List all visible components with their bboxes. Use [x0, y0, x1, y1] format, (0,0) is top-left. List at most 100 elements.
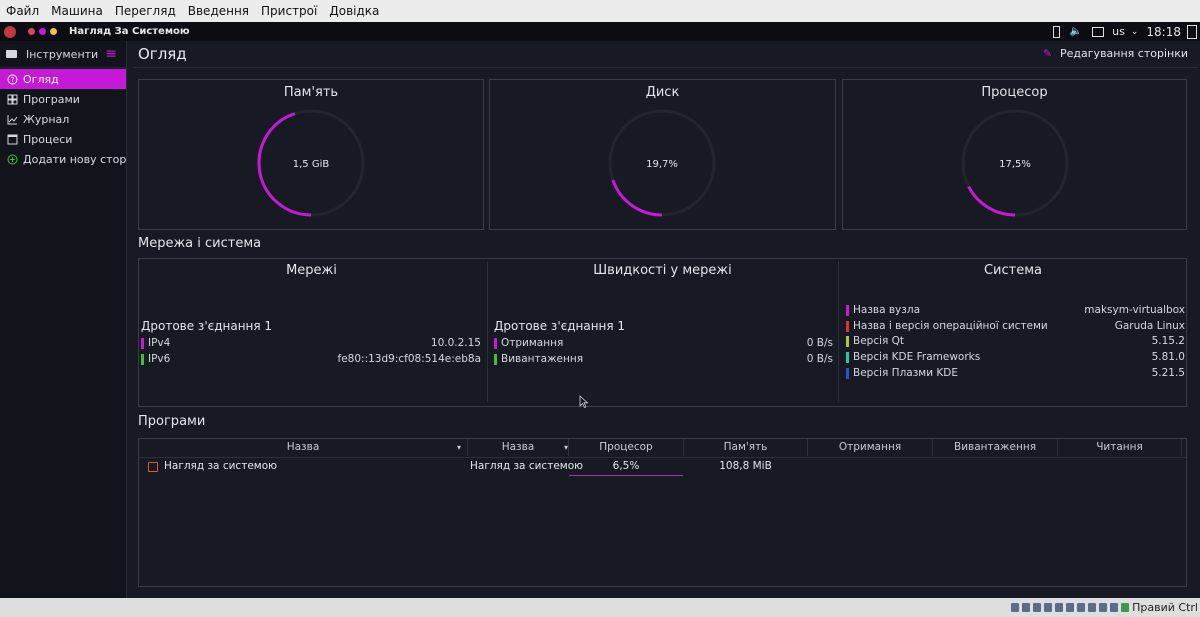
- ipv4-value: 10.0.2.15: [430, 337, 481, 349]
- shared-folders-icon[interactable]: [1066, 603, 1075, 612]
- garuda-logo-icon[interactable]: [4, 25, 16, 38]
- battery-icon[interactable]: [1052, 25, 1060, 38]
- menu-help[interactable]: Довідка: [323, 4, 385, 18]
- col-download-header[interactable]: Отримання: [808, 439, 933, 456]
- maximize-window-icon[interactable]: [50, 28, 57, 35]
- close-window-icon[interactable]: [28, 28, 35, 35]
- ipv6-color-bar: [141, 353, 144, 365]
- col-cpu-header[interactable]: Процесор: [569, 439, 684, 456]
- menu-view[interactable]: Перегляд: [109, 4, 182, 18]
- hdd-icon[interactable]: [1011, 603, 1020, 612]
- col-upload-header[interactable]: Вивантаження: [933, 439, 1058, 456]
- show-desktop-icon[interactable]: [1187, 24, 1197, 39]
- tray-expand-icon[interactable]: ⌄: [1131, 27, 1139, 37]
- download-row: Отримання 0 B/s: [494, 337, 833, 349]
- hamburger-menu-icon[interactable]: ≡: [105, 47, 117, 61]
- mouse-integration-icon[interactable]: [1110, 603, 1119, 612]
- hostname-label: Назва вузла: [853, 304, 921, 316]
- sidebar-item-processes[interactable]: Процеси: [0, 129, 126, 149]
- col-name2-header[interactable]: Назва ▾: [468, 439, 569, 456]
- networks-connection: Дротове з'єднання 1: [141, 319, 273, 333]
- network-section-title: Мережа і система: [138, 236, 262, 251]
- qt-version-value: 5.15.2: [1151, 335, 1185, 347]
- col-read-header[interactable]: Читання: [1058, 439, 1182, 456]
- vbox-menubar: Файл Машина Перегляд Введення Пристрої Д…: [0, 0, 1200, 23]
- audio-icon[interactable]: [1033, 603, 1042, 612]
- optical-drive-icon[interactable]: [1022, 603, 1031, 612]
- edit-page-button[interactable]: ✎ Редагування сторінки: [1043, 47, 1188, 60]
- sort-dropdown-icon[interactable]: ▾: [564, 439, 568, 456]
- col-name-header[interactable]: Назва ▾: [139, 439, 468, 456]
- sidebar: Інструменти ≡ ? Огляд Програми Журнал Пр…: [0, 41, 127, 598]
- plasma-version-row: Версія Плазми KDE 5.21.5: [846, 367, 1185, 379]
- app-cpu-bar-fill: [569, 475, 683, 476]
- hostname-row: Назва вузла maksym-virtualbox: [846, 304, 1185, 316]
- apps-table: Назва ▾ Назва ▾ Процесор Пам'ять Отриман…: [138, 438, 1187, 587]
- sidebar-item-label: Огляд: [23, 72, 59, 86]
- keyboard-capture-icon[interactable]: [1121, 603, 1130, 612]
- cpu-gauge: 17,5%: [961, 109, 1069, 217]
- os-color-bar: [846, 320, 849, 332]
- ipv6-row: IPv6 fe80::13d9:cf08:514e:eb8a: [141, 353, 481, 365]
- sort-dropdown-icon[interactable]: ▾: [457, 439, 461, 456]
- qt-version-row: Версія Qt 5.15.2: [846, 335, 1185, 347]
- disk-card: Диск 19,7%: [489, 79, 836, 230]
- kf-version-row: Версія KDE Frameworks 5.81.0: [846, 351, 1185, 363]
- cpu-value: 17,5%: [999, 159, 1031, 170]
- sidebar-item-label: Програми: [23, 92, 80, 106]
- hostname-value: maksym-virtualbox: [1084, 304, 1185, 316]
- display-icon[interactable]: [1092, 26, 1105, 37]
- col-memory-header[interactable]: Пам'ять: [684, 439, 808, 456]
- network-system-card: Мережі Дротове з'єднання 1 IPv4 10.0.2.1…: [138, 258, 1187, 407]
- display-status-icon[interactable]: [1077, 603, 1086, 612]
- volume-icon[interactable]: 🔈: [1070, 26, 1082, 37]
- recording-icon[interactable]: [1088, 603, 1097, 612]
- sidebar-item-label: Процеси: [23, 132, 73, 146]
- sidebar-item-add-page[interactable]: Додати нову сторі...: [0, 149, 126, 169]
- plasma-color-bar: [846, 367, 849, 379]
- edit-icon: ✎: [1042, 47, 1053, 60]
- menu-machine[interactable]: Машина: [45, 4, 109, 18]
- sidebar-item-overview[interactable]: ? Огляд: [0, 69, 126, 89]
- sidebar-item-applications[interactable]: Програми: [0, 89, 126, 109]
- memory-value: 1,5 GiB: [293, 159, 330, 170]
- minimize-window-icon[interactable]: [39, 28, 46, 35]
- window-title: Нагляд За Системою: [69, 26, 190, 37]
- qt-version-label: Версія Qt: [853, 335, 905, 347]
- memory-card: Пам'ять 1,5 GiB: [138, 79, 484, 230]
- menu-input[interactable]: Введення: [182, 4, 255, 18]
- disk-card-title: Диск: [645, 85, 680, 100]
- download-value: 0 B/s: [806, 337, 833, 349]
- ipv6-value: fe80::13d9:cf08:514e:eb8a: [337, 353, 481, 365]
- app-name2: Нагляд за системою: [470, 460, 583, 472]
- app-memory: 108,8 MiB: [719, 460, 772, 472]
- plus-circle-icon: [7, 154, 18, 165]
- usb-icon[interactable]: [1055, 603, 1064, 612]
- os-value: Garuda Linux: [1114, 320, 1185, 332]
- main-content: Огляд ✎ Редагування сторінки Пам'ять 1,5…: [127, 41, 1200, 598]
- hostname-color-bar: [846, 304, 849, 316]
- page-title: Огляд: [138, 45, 187, 63]
- network-icon[interactable]: [1044, 603, 1053, 612]
- menu-file[interactable]: Файл: [0, 4, 45, 18]
- table-row[interactable]: Нагляд за системою Нагляд за системою 6,…: [139, 458, 1186, 477]
- kf-version-label: Версія KDE Frameworks: [853, 351, 981, 363]
- clock[interactable]: 18:18: [1146, 25, 1181, 39]
- apps-table-header: Назва ▾ Назва ▾ Процесор Пам'ять Отриман…: [139, 439, 1186, 458]
- menu-devices[interactable]: Пристрої: [255, 4, 323, 18]
- sidebar-item-label: Додати нову сторі...: [23, 152, 126, 166]
- vbox-statusbar: Правий Ctrl: [0, 598, 1200, 617]
- ipv4-row: IPv4 10.0.2.15: [141, 337, 481, 349]
- qt-color-bar: [846, 335, 849, 347]
- svg-text:?: ?: [11, 76, 15, 84]
- cpu-gauge-arc: [967, 185, 1016, 217]
- cpu-status-icon[interactable]: [1099, 603, 1108, 612]
- kf-color-bar: [846, 351, 849, 363]
- chart-icon: [7, 114, 18, 125]
- cpu-card: Процесор 17,5%: [842, 79, 1187, 230]
- memory-card-title: Пам'ять: [283, 85, 339, 100]
- keyboard-layout[interactable]: us: [1112, 25, 1125, 38]
- grid-icon: [7, 94, 18, 105]
- help-circle-icon: ?: [7, 74, 18, 85]
- sidebar-item-history[interactable]: Журнал: [0, 109, 126, 129]
